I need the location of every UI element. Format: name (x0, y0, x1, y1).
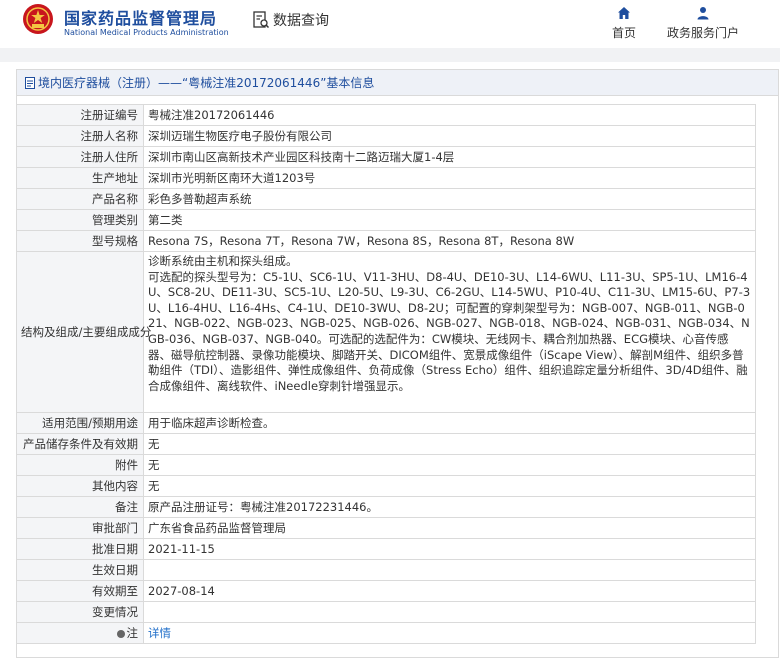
document-search-icon (253, 11, 270, 29)
field-value: 第二类 (143, 209, 756, 231)
national-emblem-icon (23, 4, 53, 34)
table-row: 适用范围/预期用途 用于临床超声诊断检查。 (16, 412, 756, 434)
table-row: 附件 无 (16, 454, 756, 476)
field-value: 深圳迈瑞生物医疗电子股份有限公司 (143, 125, 756, 147)
field-value: 无 (143, 454, 756, 476)
field-label: 型号规格 (16, 230, 144, 252)
field-label: 生效日期 (16, 559, 144, 581)
user-icon (697, 7, 709, 20)
field-label: 有效期至 (16, 580, 144, 602)
info-table: 注册证编号 粤械注准20172061446 注册人名称 深圳迈瑞生物医疗电子股份… (16, 104, 756, 644)
table-row: 管理类别 第二类 (16, 209, 756, 231)
field-value: 2021-11-15 (143, 538, 756, 560)
table-row: 其他内容 无 (16, 475, 756, 497)
field-value: 深圳市南山区高新技术产业园区科技南十二路迈瑞大厦1-4层 (143, 146, 756, 168)
note-icon (116, 629, 125, 638)
field-label: 变更情况 (16, 601, 144, 623)
field-label: 适用范围/预期用途 (16, 412, 144, 434)
table-row: 备注 原产品注册证号：粤械注准20172231446。 (16, 496, 756, 518)
site-header: 国家药品监督管理局 National Medical Products Admi… (0, 0, 780, 48)
table-row: 审批部门 广东省食品药品监督管理局 (16, 517, 756, 539)
nav-service-portal[interactable]: 政务服务门户 (667, 6, 739, 41)
data-query-label: 数据查询 (273, 13, 329, 29)
nav-home-label: 首页 (612, 26, 637, 40)
field-label: 注册人住所 (16, 146, 144, 168)
field-value: 无 (143, 475, 756, 497)
panel-title: 境内医疗器械（注册）——“粤械注准20172061446”基本信息 (17, 70, 778, 96)
document-icon (25, 76, 35, 89)
field-label: 备注 (16, 496, 144, 518)
table-row: 生产地址 深圳市光明新区南环大道1203号 (16, 167, 756, 189)
table-row: 注册人住所 深圳市南山区高新技术产业园区科技南十二路迈瑞大厦1-4层 (16, 146, 756, 168)
field-label: 注册证编号 (16, 104, 144, 126)
table-row: 生效日期 (16, 559, 756, 581)
field-value (143, 559, 756, 581)
field-value: 无 (143, 433, 756, 455)
field-value: 粤械注准20172061446 (143, 104, 756, 126)
table-row: 结构及组成/主要组成成分 诊断系统由主机和探头组成。 可选配的探头型号为：C5-… (16, 251, 756, 413)
field-label: 产品名称 (16, 188, 144, 210)
info-table-wrap: 注册证编号 粤械注准20172061446 注册人名称 深圳迈瑞生物医疗电子股份… (16, 104, 756, 644)
data-query-link[interactable]: 数据查询 (252, 8, 329, 32)
field-label: 管理类别 (16, 209, 144, 231)
field-value: 深圳市光明新区南环大道1203号 (143, 167, 756, 189)
field-value: 诊断系统由主机和探头组成。 可选配的探头型号为：C5-1U、SC6-1U、V11… (143, 251, 756, 413)
nav-home[interactable]: 首页 (612, 6, 636, 41)
table-row: 注册证编号 粤械注准20172061446 (16, 104, 756, 126)
table-row: 有效期至 2027-08-14 (16, 580, 756, 602)
table-row: 注册人名称 深圳迈瑞生物医疗电子股份有限公司 (16, 125, 756, 147)
org-name-cn[interactable]: 国家药品监督管理局 (64, 5, 217, 29)
table-row: 批准日期 2021-11-15 (16, 538, 756, 560)
table-row: 产品储存条件及有效期 无 (16, 433, 756, 455)
note-label: 注 (126, 626, 139, 640)
table-row: 产品名称 彩色多普勒超声系统 (16, 188, 756, 210)
detail-link[interactable]: 详情 (148, 626, 171, 640)
field-value: 彩色多普勒超声系统 (143, 188, 756, 210)
field-label: 注册人名称 (16, 125, 144, 147)
field-value: Resona 7S，Resona 7T，Resona 7W，Resona 8S，… (143, 230, 756, 252)
field-value: 2027-08-14 (143, 580, 756, 602)
home-icon (618, 7, 630, 19)
table-row: 变更情况 (16, 601, 756, 623)
table-row: 注 详情 (16, 622, 756, 644)
org-name-en: National Medical Products Administration (64, 28, 229, 37)
field-label: 产品储存条件及有效期 (16, 433, 144, 455)
note-value-cell: 详情 (143, 622, 756, 644)
field-label: 附件 (16, 454, 144, 476)
field-label: 生产地址 (16, 167, 144, 189)
panel-title-text: 境内医疗器械（注册）——“粤械注准20172061446”基本信息 (38, 76, 375, 90)
header-divider-bar (0, 48, 780, 62)
field-value: 原产品注册证号：粤械注准20172231446。 (143, 496, 756, 518)
field-label: 其他内容 (16, 475, 144, 497)
field-label: 结构及组成/主要组成成分 (16, 251, 151, 413)
nav-service-portal-label: 政务服务门户 (667, 26, 740, 40)
note-label-cell: 注 (16, 622, 144, 644)
table-row: 型号规格 Resona 7S，Resona 7T，Resona 7W，Reson… (16, 230, 756, 252)
field-value (143, 601, 756, 623)
field-value: 用于临床超声诊断检查。 (143, 412, 756, 434)
field-value: 广东省食品药品监督管理局 (143, 517, 756, 539)
field-label: 批准日期 (16, 538, 144, 560)
field-label: 审批部门 (16, 517, 144, 539)
